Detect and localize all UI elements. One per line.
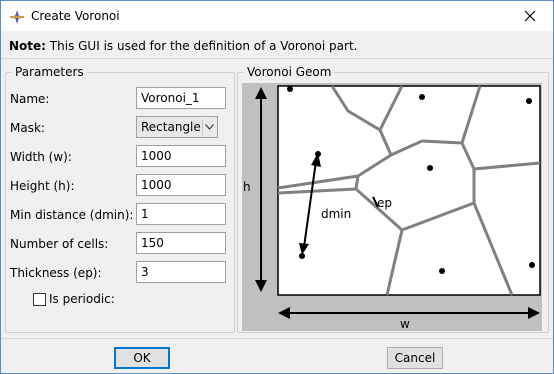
h-label: h	[243, 180, 251, 194]
name-label: Name:	[10, 92, 50, 106]
height-input[interactable]	[136, 174, 226, 196]
mask-label: Mask:	[10, 121, 45, 135]
width-input[interactable]	[136, 145, 226, 167]
thickness-input[interactable]	[136, 261, 226, 283]
parameters-legend: Parameters	[15, 65, 84, 79]
num-cells-input[interactable]	[136, 232, 226, 254]
min-distance-input[interactable]	[136, 203, 226, 225]
title-bar: Create Voronoi	[1, 1, 553, 31]
w-label: w	[400, 317, 410, 331]
periodic-checkbox[interactable]	[33, 293, 46, 306]
dialog-footer: OK Cancel	[1, 339, 553, 373]
voronoi-geom-legend: Voronoi Geom	[247, 65, 332, 79]
cancel-button[interactable]: Cancel	[387, 347, 443, 369]
close-icon	[524, 10, 536, 22]
close-button[interactable]	[507, 1, 553, 31]
name-input[interactable]	[136, 87, 226, 109]
seed-point	[439, 268, 445, 274]
height-label: Height (h):	[10, 179, 75, 193]
width-label: Width (w):	[10, 150, 72, 164]
voronoi-diagram: dmin ep h w	[242, 83, 542, 331]
seed-point	[526, 98, 532, 104]
mask-value: Rectangle	[141, 120, 201, 134]
seed-point	[287, 86, 293, 92]
seed-point	[427, 165, 433, 171]
note-label: Note:	[9, 39, 46, 53]
seed-point	[529, 262, 535, 268]
separator	[1, 58, 553, 59]
dmin-label: dmin	[321, 207, 351, 221]
note-row: Note: This GUI is used for the definitio…	[9, 39, 357, 53]
thickness-label: Thickness (ep):	[10, 266, 102, 280]
num-cells-label: Number of cells:	[10, 237, 109, 251]
ep-label: ep	[377, 196, 392, 210]
note-text: This GUI is used for the definition of a…	[49, 39, 358, 53]
periodic-label: Is periodic:	[49, 292, 115, 306]
ok-button[interactable]: OK	[114, 347, 170, 369]
app-icon	[9, 9, 25, 25]
dialog-window: Create Voronoi Note: This GUI is used fo…	[0, 0, 554, 374]
chevron-down-icon	[202, 119, 216, 135]
mask-select[interactable]: Rectangle	[136, 116, 218, 138]
min-distance-label: Min distance (dmin):	[10, 208, 134, 222]
window-title: Create Voronoi	[31, 9, 120, 23]
seed-point	[419, 94, 425, 100]
